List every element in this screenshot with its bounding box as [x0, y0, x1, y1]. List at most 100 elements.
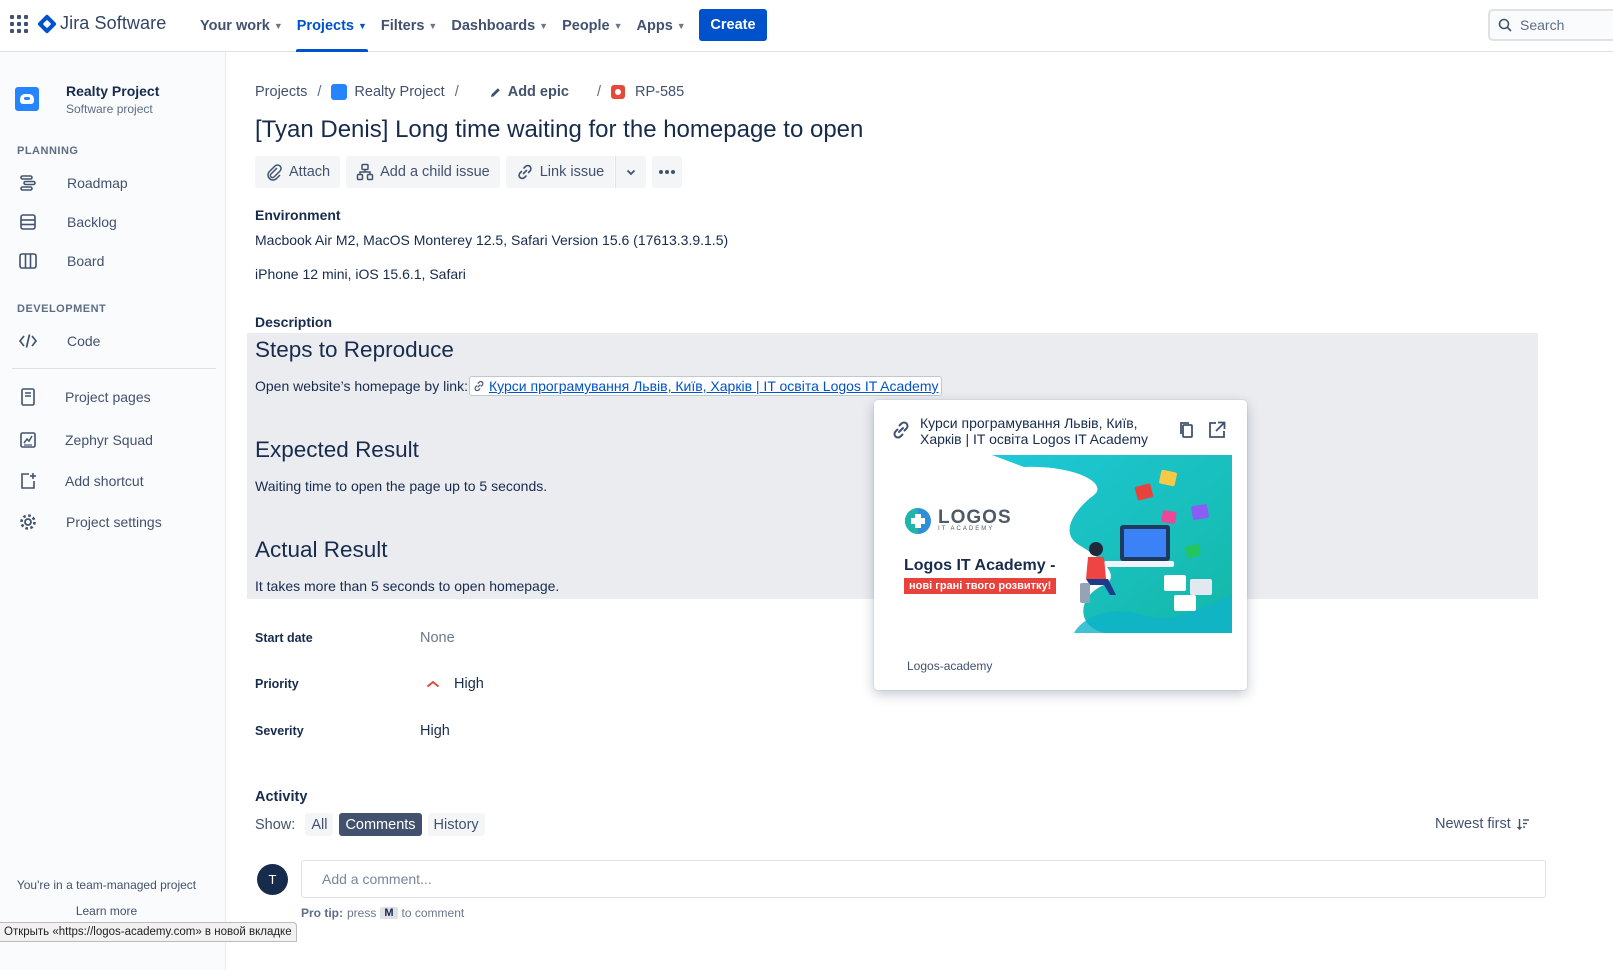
link-icon — [518, 164, 532, 180]
zephyr-icon — [17, 429, 39, 451]
priority-high-icon — [426, 680, 440, 688]
breadcrumb-separator: / — [317, 84, 322, 100]
preview-illustration — [992, 455, 1232, 633]
search-input[interactable]: Search — [1488, 9, 1613, 41]
severity-value[interactable]: High — [420, 723, 450, 739]
create-button[interactable]: Create — [699, 9, 767, 41]
open-external-icon[interactable] — [1207, 420, 1227, 440]
attach-button[interactable]: Attach — [255, 156, 341, 188]
pro-tip-label: Pro tip: — [301, 906, 343, 920]
bug-icon — [610, 85, 625, 99]
logos-logo: LOGOS IT ACADEMY — [904, 507, 1012, 535]
nav-people[interactable]: People ▼ — [555, 0, 629, 52]
sidebar-divider — [12, 368, 216, 369]
environment-line[interactable]: iPhone 12 mini, iOS 15.6.1, Safari — [255, 266, 466, 282]
more-actions-button[interactable] — [652, 156, 683, 188]
nav-filters[interactable]: Filters ▼ — [374, 0, 444, 52]
actual-text: It takes more than 5 seconds to open hom… — [255, 578, 560, 594]
link-issue-button[interactable]: Link issue — [505, 156, 615, 188]
nav-dashboards[interactable]: Dashboards ▼ — [444, 0, 555, 52]
paperclip-icon — [267, 164, 282, 181]
expected-text: Waiting time to open the page up to 5 se… — [255, 478, 548, 494]
priority-value[interactable]: High — [426, 676, 484, 692]
link-preview-image: LOGOS IT ACADEMY Logos IT Academy - нові… — [874, 455, 1232, 633]
chevron-down-icon: ▼ — [273, 21, 283, 31]
sort-descending-icon — [1516, 819, 1529, 830]
link-preview-card[interactable]: Курси програмування Львів, Київ, Харків … — [874, 400, 1247, 690]
environment-line[interactable]: Macbook Air M2, MacOS Monterey 12.5, Saf… — [255, 232, 728, 248]
sidebar-item-add-shortcut[interactable]: Add shortcut — [0, 463, 225, 499]
priority-label: Priority — [255, 677, 299, 691]
project-sidebar: Realty Project Software project PLANNING… — [0, 52, 226, 970]
breadcrumb-projects[interactable]: Projects — [255, 84, 307, 100]
gear-icon — [17, 511, 39, 533]
keyboard-shortcut-key: M — [380, 907, 398, 919]
nav-label: Filters — [380, 18, 425, 34]
code-icon — [17, 330, 39, 352]
copy-icon[interactable] — [1177, 420, 1197, 440]
nav-your-work[interactable]: Your work ▼ — [193, 0, 290, 52]
learn-more-link[interactable]: Learn more — [0, 904, 213, 918]
start-date-value[interactable]: None — [420, 630, 455, 646]
filter-comments[interactable]: Comments — [339, 813, 422, 836]
brand-name: Jira Software — [60, 13, 167, 33]
sidebar-item-project-pages[interactable]: Project pages — [0, 379, 225, 415]
issue-title[interactable]: [Tyan Denis] Long time waiting for the h… — [255, 116, 863, 144]
sidebar-item-board[interactable]: Board — [0, 243, 225, 279]
sidebar-item-label: Roadmap — [67, 175, 128, 191]
section-development: DEVELOPMENT — [17, 303, 107, 315]
nav-label: Your work — [200, 18, 270, 34]
user-avatar[interactable]: T — [257, 864, 288, 895]
nav-projects[interactable]: Projects ▼ — [290, 0, 374, 52]
search-placeholder: Search — [1520, 17, 1565, 33]
jira-logo[interactable]: Jira Software — [37, 13, 167, 34]
severity-label: Severity — [255, 724, 304, 738]
project-avatar-small — [331, 84, 348, 100]
app-switcher-icon[interactable] — [10, 15, 28, 33]
nav-label: Dashboards — [451, 18, 536, 34]
breadcrumb: Projects / Realty Project / Add epic / R… — [255, 82, 684, 102]
comment-input[interactable]: Add a comment... — [301, 860, 1546, 898]
chevron-down-icon — [627, 169, 636, 176]
search-icon — [1498, 18, 1512, 32]
link-issue-dropdown[interactable] — [615, 156, 647, 188]
sidebar-item-zephyr-squad[interactable]: Zephyr Squad — [0, 422, 225, 458]
description-heading: Description — [255, 314, 333, 330]
page-icon — [17, 386, 39, 408]
sidebar-item-roadmap[interactable]: Roadmap — [0, 165, 225, 201]
add-child-issue-button[interactable]: Add a child issue — [346, 156, 500, 188]
project-avatar[interactable] — [15, 87, 39, 111]
breadcrumb-project[interactable]: Realty Project — [354, 84, 444, 100]
filter-history[interactable]: History — [427, 813, 485, 836]
sidebar-item-project-settings[interactable]: Project settings — [0, 504, 225, 540]
sidebar-item-code[interactable]: Code — [0, 323, 225, 359]
add-epic-button[interactable]: Add epic — [489, 84, 569, 100]
browser-status-tooltip: Открыть «https://logos-academy.com» в но… — [0, 922, 297, 942]
link-icon — [893, 421, 909, 439]
steps-text: Open website’s homepage by link: — [255, 378, 468, 394]
link-preview-title[interactable]: Курси програмування Львів, Київ, Харків … — [920, 415, 1155, 447]
breadcrumb-separator: / — [596, 84, 601, 100]
activity-heading: Activity — [255, 789, 308, 805]
section-planning: PLANNING — [17, 145, 79, 157]
activity-filter: Show: All Comments History — [255, 813, 485, 836]
nav-apps[interactable]: Apps ▼ — [630, 0, 693, 52]
sidebar-item-backlog[interactable]: Backlog — [0, 204, 225, 240]
pencil-icon — [490, 87, 500, 97]
hierarchy-icon — [356, 163, 374, 181]
expected-heading: Expected Result — [255, 437, 419, 462]
issue-key[interactable]: RP-585 — [635, 84, 684, 100]
preview-hero-title: Logos IT Academy - — [904, 557, 1056, 574]
show-label: Show: — [255, 816, 296, 833]
filter-all[interactable]: All — [305, 813, 334, 836]
pro-tip: Pro tip: press M to comment — [301, 906, 464, 920]
top-navigation: Jira Software Your work ▼ Projects ▼ Filte… — [0, 0, 1613, 52]
nav-label: People — [562, 18, 610, 34]
pro-tip-rest: to comment — [401, 906, 465, 920]
sort-order-button[interactable]: Newest first — [1435, 816, 1530, 832]
priority-text: High — [454, 676, 484, 692]
steps-heading: Steps to Reproduce — [255, 337, 454, 362]
sidebar-item-label: Project settings — [66, 514, 162, 530]
inline-smart-link[interactable]: Курси програмування Львів, Київ, Харків … — [469, 376, 943, 396]
project-name[interactable]: Realty Project — [66, 83, 159, 99]
